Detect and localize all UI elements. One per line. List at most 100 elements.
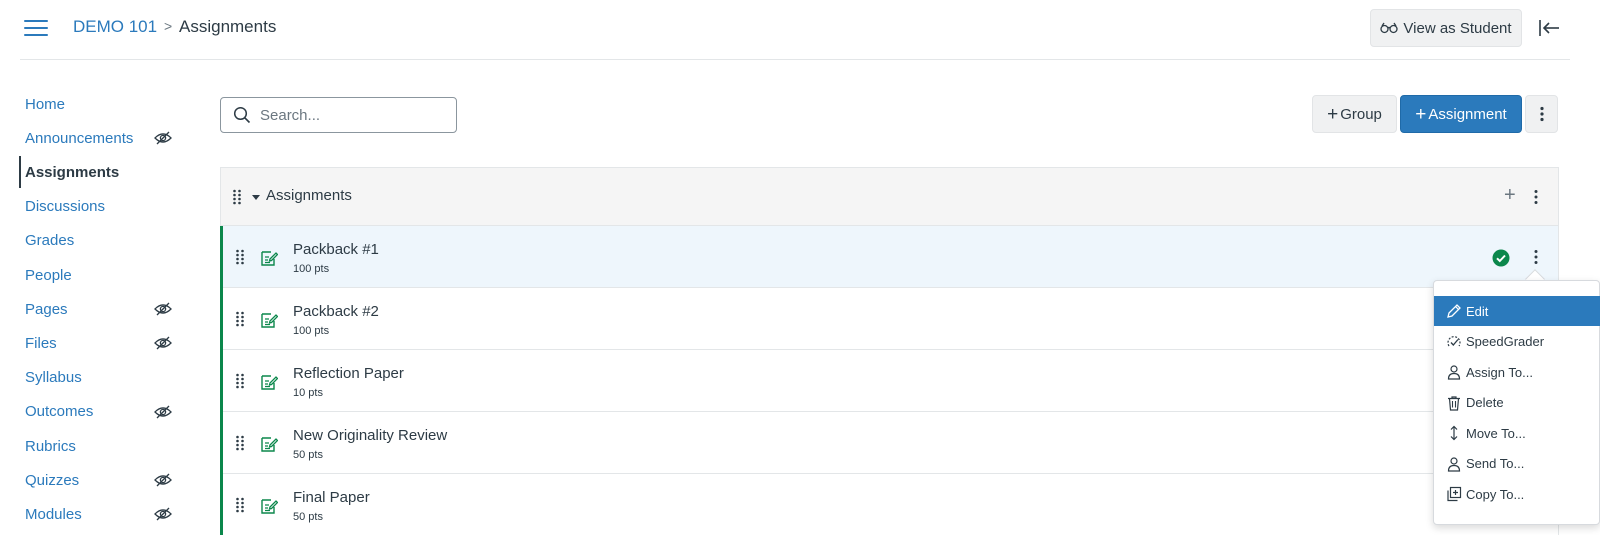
- assignment-row[interactable]: Final Paper 50 pts: [220, 474, 1558, 535]
- assignment-points: 100 pts: [293, 263, 330, 275]
- add-assignment-button[interactable]: + Assignment: [1400, 95, 1522, 133]
- plus-icon: +: [1327, 103, 1339, 125]
- drag-handle-icon[interactable]: [235, 249, 245, 265]
- sidebar-item-quizzes[interactable]: Quizzes: [25, 468, 79, 492]
- trash-icon: [1446, 395, 1466, 411]
- breadcrumb-course-link[interactable]: DEMO 101: [73, 17, 157, 37]
- assignment-icon: [260, 497, 279, 515]
- menu-item-label: Copy To...: [1466, 486, 1525, 502]
- pencil-icon: [1446, 303, 1466, 319]
- group-kebab-icon[interactable]: [1532, 189, 1540, 205]
- caret-down-icon[interactable]: [252, 195, 260, 200]
- drag-handle-icon[interactable]: [235, 435, 245, 451]
- menu-item-label: Edit: [1466, 303, 1489, 319]
- assignment-title-link[interactable]: Final Paper: [293, 489, 370, 506]
- published-indicator-bar: [220, 350, 223, 412]
- published-indicator-bar: [220, 412, 223, 474]
- add-group-label: Group: [1340, 105, 1382, 123]
- add-to-group-icon[interactable]: +: [1504, 185, 1516, 205]
- assignment-title-link[interactable]: Reflection Paper: [293, 365, 404, 382]
- assignment-points: 50 pts: [293, 511, 323, 523]
- assignment-title-link[interactable]: Packback #1: [293, 241, 379, 258]
- sidebar-item-files[interactable]: Files: [25, 331, 57, 355]
- assignment-group-header[interactable]: Assignments +: [221, 168, 1558, 226]
- assignment-group-title: Assignments: [266, 187, 352, 204]
- sidebar-item-modules[interactable]: Modules: [25, 502, 82, 526]
- collapse-sidebar-icon[interactable]: [1537, 17, 1561, 39]
- assignment-title-link[interactable]: New Originality Review: [293, 427, 447, 444]
- move-icon: [1446, 425, 1466, 441]
- add-group-button[interactable]: + Group: [1312, 95, 1397, 133]
- assignment-row[interactable]: Packback #1 100 pts: [220, 226, 1558, 288]
- hidden-from-students-icon: [154, 405, 172, 419]
- menu-item-copy-to[interactable]: Copy To...: [1434, 479, 1600, 509]
- drag-handle-icon[interactable]: [232, 189, 242, 205]
- assignment-row[interactable]: New Originality Review 50 pts: [220, 412, 1558, 474]
- drag-handle-icon[interactable]: [235, 311, 245, 327]
- menu-item-speedgrader[interactable]: SpeedGrader: [1434, 327, 1600, 357]
- sidebar-item-people[interactable]: People: [25, 263, 72, 287]
- sidebar-item-assignments[interactable]: Assignments: [25, 160, 119, 184]
- sidebar-item-discussions[interactable]: Discussions: [25, 195, 105, 219]
- view-as-student-button[interactable]: View as Student: [1370, 9, 1522, 47]
- more-options-button[interactable]: [1525, 95, 1558, 133]
- assignment-group: Assignments + Packback #1 100 pts Packback…: [220, 167, 1559, 535]
- menu-item-assign-to[interactable]: Assign To...: [1434, 357, 1600, 387]
- kebab-icon: [1539, 106, 1544, 122]
- assignment-points: 10 pts: [293, 387, 323, 399]
- assignment-icon: [260, 373, 279, 391]
- drag-handle-icon[interactable]: [235, 373, 245, 389]
- sidebar-item-syllabus[interactable]: Syllabus: [25, 366, 82, 390]
- menu-item-move-to[interactable]: Move To...: [1434, 418, 1600, 448]
- menu-item-label: Move To...: [1466, 425, 1526, 441]
- drag-handle-icon[interactable]: [235, 497, 245, 513]
- sidebar-item-rubrics[interactable]: Rubrics: [25, 434, 76, 458]
- menu-item-label: Delete: [1466, 395, 1504, 410]
- published-indicator-bar: [220, 226, 223, 288]
- sidebar-item-pages[interactable]: Pages: [25, 297, 68, 321]
- hidden-from-students-icon: [154, 336, 172, 350]
- search-input[interactable]: [260, 106, 450, 124]
- add-assignment-label: Assignment: [1428, 105, 1507, 123]
- glasses-icon: [1380, 22, 1399, 34]
- copy-icon: [1446, 486, 1466, 502]
- published-check-icon[interactable]: [1492, 249, 1510, 267]
- menu-item-label: Assign To...: [1466, 364, 1533, 380]
- assignment-row[interactable]: Packback #2 100 pts: [220, 288, 1558, 350]
- menu-item-send-to[interactable]: Send To...: [1434, 449, 1600, 479]
- search-field[interactable]: [220, 97, 457, 133]
- assignment-title-link[interactable]: Packback #2: [293, 303, 379, 320]
- assignment-icon: [260, 311, 279, 329]
- menu-item-label: SpeedGrader: [1466, 334, 1545, 349]
- sidebar-item-outcomes[interactable]: Outcomes: [25, 400, 93, 424]
- assignment-options-menu: Edit SpeedGrader Assign To... Delete Move To…: [1433, 280, 1600, 525]
- published-indicator-bar: [220, 474, 223, 535]
- user-icon: [1446, 456, 1466, 472]
- assignment-icon: [260, 249, 279, 267]
- menu-item-delete[interactable]: Delete: [1434, 388, 1600, 418]
- assignment-kebab-icon[interactable]: [1532, 249, 1540, 265]
- hidden-from-students-icon: [154, 131, 172, 145]
- view-as-student-label: View as Student: [1403, 19, 1512, 37]
- sidebar-item-announcements[interactable]: Announcements: [25, 126, 133, 150]
- breadcrumb-current: Assignments: [179, 17, 277, 36]
- breadcrumb-separator: >: [164, 18, 173, 34]
- menu-item-label: Send To...: [1466, 456, 1525, 471]
- assignment-icon: [260, 435, 279, 453]
- active-nav-indicator: [19, 156, 21, 189]
- search-icon: [233, 106, 251, 124]
- user-icon: [1446, 364, 1466, 380]
- header: DEMO 101 > Assignments View as Student: [0, 0, 1600, 60]
- assignment-points: 50 pts: [293, 449, 323, 461]
- hamburger-menu-icon[interactable]: [24, 17, 48, 37]
- header-divider: [20, 59, 1570, 60]
- hidden-from-students-icon: [154, 507, 172, 521]
- sidebar-item-grades[interactable]: Grades: [25, 229, 74, 253]
- hidden-from-students-icon: [154, 473, 172, 487]
- sidebar-item-home[interactable]: Home: [25, 92, 65, 116]
- assignment-row[interactable]: Reflection Paper 10 pts: [220, 350, 1558, 412]
- menu-item-edit[interactable]: Edit: [1434, 296, 1600, 326]
- published-indicator-bar: [220, 288, 223, 350]
- assignment-points: 100 pts: [293, 325, 330, 337]
- hidden-from-students-icon: [154, 302, 172, 316]
